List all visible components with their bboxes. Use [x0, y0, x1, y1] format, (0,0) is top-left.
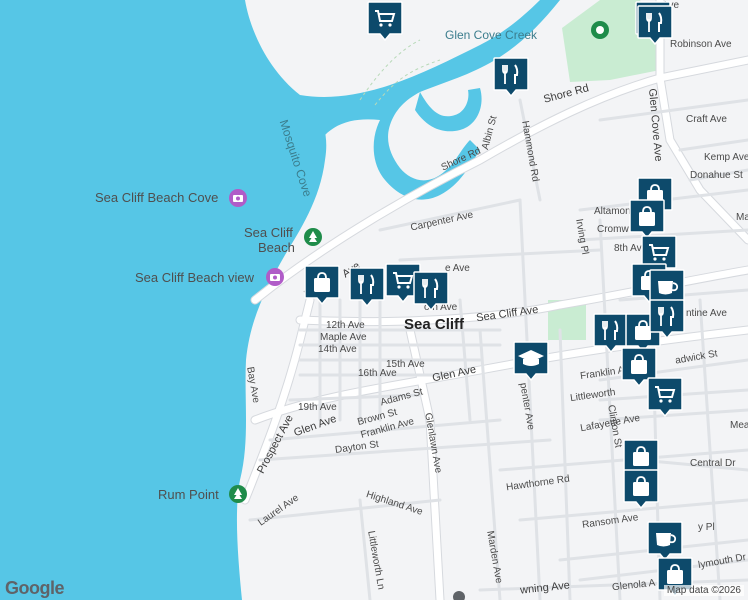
shopping-bag-marker[interactable] [303, 264, 341, 306]
shopping-cart-marker[interactable] [646, 376, 684, 418]
shopping-bag-marker[interactable] [628, 198, 666, 240]
map-canvas[interactable]: Glen Cove Creek Mosquito Cove Shore Rd S… [0, 0, 748, 600]
sea-cliff-beach-cove-label[interactable]: Sea Cliff Beach Cove [95, 190, 218, 205]
restaurant-marker[interactable] [348, 266, 386, 308]
school-marker[interactable] [512, 340, 550, 382]
ray-pl-label: y Pl [698, 522, 715, 533]
mea-label: Mea [730, 420, 748, 431]
donahue-st-label: Donahue St [690, 170, 743, 181]
cafe-marker[interactable] [646, 520, 684, 562]
restaurant-marker[interactable] [412, 270, 450, 312]
14th-ave-label: 14th Ave [318, 344, 357, 355]
pin-icon[interactable] [452, 590, 466, 600]
park-icon[interactable] [303, 227, 323, 247]
shopping-bag-marker[interactable] [622, 468, 660, 510]
restaurant-marker[interactable] [648, 298, 686, 340]
sea-cliff-beach-label[interactable]: Beach [258, 240, 295, 255]
park-pin-icon[interactable] [590, 20, 610, 40]
sea-cliff-town-label: Sea Cliff [404, 316, 465, 333]
camera-icon[interactable] [265, 267, 285, 287]
12th-ave-label: 12th Ave [326, 320, 365, 331]
restaurant-marker[interactable] [636, 4, 674, 46]
central-dr-label: Central Dr [690, 458, 736, 469]
sea-cliff-beach-view-label[interactable]: Sea Cliff Beach view [135, 270, 254, 285]
craft-ave-label: Craft Ave [686, 114, 727, 125]
maple-ave-label: Maple Ave [320, 332, 367, 343]
valentine-ave-label: ntine Ave [686, 308, 727, 319]
map-attribution[interactable]: Map data ©2026 [663, 585, 744, 596]
creek-label: Glen Cove Creek [445, 28, 538, 42]
robinson-ave-label: Robinson Ave [670, 39, 732, 50]
park-icon[interactable] [228, 484, 248, 504]
rum-point-label[interactable]: Rum Point [158, 487, 219, 502]
8th-ave-label: 8th Av [614, 243, 642, 254]
ma-label: Ma [736, 212, 748, 223]
camera-icon[interactable] [228, 188, 248, 208]
cromwell-label: Cromw [597, 224, 629, 235]
kemp-ave-label: Kemp Ave [704, 152, 748, 163]
19th-ave-label: 19th Ave [298, 402, 337, 413]
google-logo: Google [5, 578, 65, 598]
16th-ave-label: 16th Ave [358, 368, 397, 379]
shopping-cart-marker[interactable] [366, 0, 404, 42]
restaurant-marker[interactable] [492, 56, 530, 98]
sea-cliff-beach-label[interactable]: Sea Cliff [244, 225, 293, 240]
